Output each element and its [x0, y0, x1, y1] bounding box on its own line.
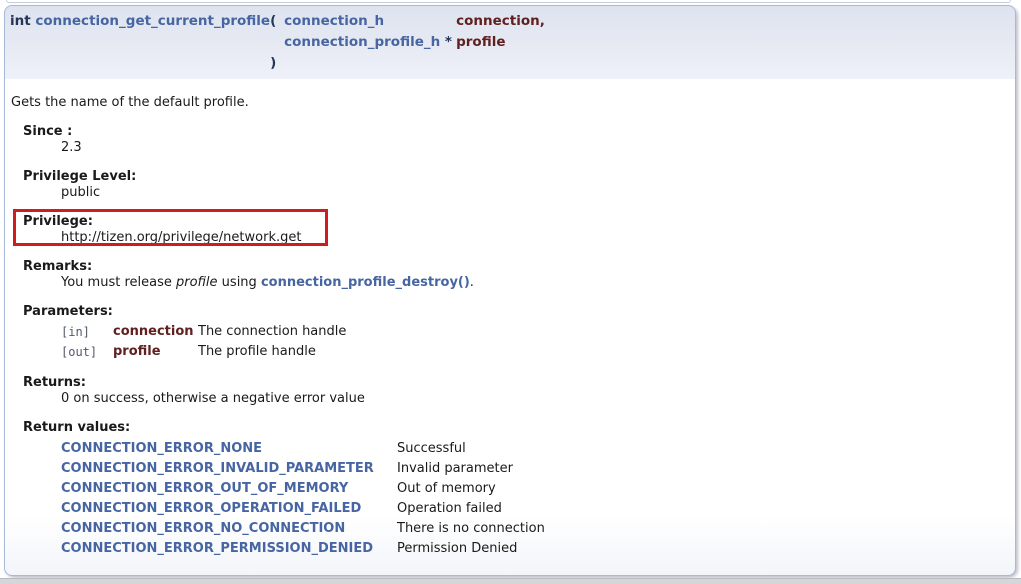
since-label: Since :	[23, 124, 1005, 140]
signature-empty-cell	[10, 32, 270, 53]
function-description: Gets the name of the default profile.	[11, 95, 1005, 111]
return-value-row: CONNECTION_ERROR_PERMISSION_DENIED Permi…	[61, 539, 545, 559]
since-value: 2.3	[61, 140, 1005, 156]
param-type-cell: connection_h	[284, 11, 456, 32]
signature-return-and-name: int connection_get_current_profile	[10, 11, 270, 32]
param-name: profile	[113, 342, 198, 362]
privilege-level-value: public	[61, 185, 1005, 201]
signature-param-name: connection,	[456, 11, 545, 32]
signature-empty-cell	[284, 53, 456, 74]
signature-empty-cell	[10, 53, 270, 74]
parameters-table: [in] connection The connection handle [o…	[61, 322, 346, 362]
privilege-label: Privilege:	[23, 214, 1005, 230]
return-value-row: CONNECTION_ERROR_OUT_OF_MEMORY Out of me…	[61, 479, 545, 499]
remarks-text-middle: using	[218, 275, 261, 290]
signature-empty-cell	[456, 53, 545, 74]
error-code-link[interactable]: CONNECTION_ERROR_PERMISSION_DENIED	[61, 541, 373, 556]
remarks-text: You must release profile using connectio…	[61, 275, 1005, 291]
return-value-row: CONNECTION_ERROR_NO_CONNECTION There is …	[61, 519, 545, 539]
privilege-section: Privilege: http://tizen.org/privilege/ne…	[23, 214, 1005, 246]
error-code-link[interactable]: CONNECTION_ERROR_OUT_OF_MEMORY	[61, 481, 348, 496]
function-doc-card: int connection_get_current_profile ( con…	[4, 5, 1016, 576]
parameters-list: [in] connection The connection handle [o…	[61, 322, 1005, 362]
error-code-description: There is no connection	[397, 519, 545, 539]
error-code-cell: CONNECTION_ERROR_NO_CONNECTION	[61, 519, 397, 539]
parameters-label: Parameters:	[23, 304, 1005, 320]
error-code-cell: CONNECTION_ERROR_OPERATION_FAILED	[61, 499, 397, 519]
privilege-level-label: Privilege Level:	[23, 169, 1005, 185]
parameter-row: [in] connection The connection handle	[61, 322, 346, 342]
remarks-text-before: You must release	[61, 275, 176, 290]
close-paren: )	[270, 53, 284, 74]
function-documentation: Gets the name of the default profile. Si…	[4, 79, 1016, 576]
return-value-row: CONNECTION_ERROR_NONE Successful	[61, 439, 545, 459]
since-section: Since : 2.3	[23, 124, 1005, 156]
function-name-link[interactable]: connection_get_current_profile	[35, 13, 270, 29]
returns-section: Returns: 0 on success, otherwise a negat…	[23, 375, 1005, 407]
remarks-text-after: .	[470, 275, 474, 290]
error-code-cell: CONNECTION_ERROR_NONE	[61, 439, 397, 459]
param-direction: [out]	[61, 342, 113, 362]
return-value-row: CONNECTION_ERROR_INVALID_PARAMETER Inval…	[61, 459, 545, 479]
previous-section-edge	[6, 0, 1011, 3]
error-code-link[interactable]: CONNECTION_ERROR_INVALID_PARAMETER	[61, 461, 374, 476]
return-values-table: CONNECTION_ERROR_NONE Successful CONNECT…	[61, 439, 545, 559]
error-code-cell: CONNECTION_ERROR_INVALID_PARAMETER	[61, 459, 397, 479]
error-code-description: Invalid parameter	[397, 459, 545, 479]
privilege-level-section: Privilege Level: public	[23, 169, 1005, 201]
return-values-label: Return values:	[23, 420, 1005, 436]
param-description: The profile handle	[198, 342, 346, 362]
error-code-link[interactable]: CONNECTION_ERROR_NO_CONNECTION	[61, 521, 345, 536]
return-value-row: CONNECTION_ERROR_OPERATION_FAILED Operat…	[61, 499, 545, 519]
remarks-label: Remarks:	[23, 259, 1005, 275]
function-signature: int connection_get_current_profile ( con…	[4, 5, 1016, 79]
return-values-list: CONNECTION_ERROR_NONE Successful CONNECT…	[61, 439, 1005, 559]
param-description: The connection handle	[198, 322, 346, 342]
param-direction: [in]	[61, 322, 113, 342]
error-code-link[interactable]: CONNECTION_ERROR_OPERATION_FAILED	[61, 501, 361, 516]
parameters-section: Parameters: [in] connection The connecti…	[23, 304, 1005, 362]
remarks-section: Remarks: You must release profile using …	[23, 259, 1005, 291]
error-code-description: Operation failed	[397, 499, 545, 519]
error-code-description: Successful	[397, 439, 545, 459]
signature-table: int connection_get_current_profile ( con…	[10, 11, 545, 74]
error-code-link[interactable]: CONNECTION_ERROR_NONE	[61, 441, 262, 456]
returns-value: 0 on success, otherwise a negative error…	[61, 391, 1005, 407]
parameter-row: [out] profile The profile handle	[61, 342, 346, 362]
remarks-param-ref: profile	[176, 275, 218, 290]
open-paren: (	[270, 11, 284, 32]
connection-profile-destroy-link[interactable]: connection_profile_destroy()	[261, 275, 470, 290]
error-code-description: Permission Denied	[397, 539, 545, 559]
signature-param-name: profile	[456, 32, 545, 53]
error-code-cell: CONNECTION_ERROR_OUT_OF_MEMORY	[61, 479, 397, 499]
signature-empty-cell	[270, 32, 284, 53]
param-type-link[interactable]: connection_profile_h	[284, 34, 440, 50]
return-values-section: Return values: CONNECTION_ERROR_NONE Suc…	[23, 420, 1005, 559]
param-name: connection	[113, 322, 198, 342]
error-code-cell: CONNECTION_ERROR_PERMISSION_DENIED	[61, 539, 397, 559]
privilege-value: http://tizen.org/privilege/network.get	[61, 230, 1005, 246]
error-code-description: Out of memory	[397, 479, 545, 499]
param-type-suffix: *	[440, 34, 452, 50]
return-type: int	[10, 13, 31, 29]
param-type-cell: connection_profile_h *	[284, 32, 456, 53]
returns-label: Returns:	[23, 375, 1005, 391]
param-type-link[interactable]: connection_h	[284, 13, 384, 29]
